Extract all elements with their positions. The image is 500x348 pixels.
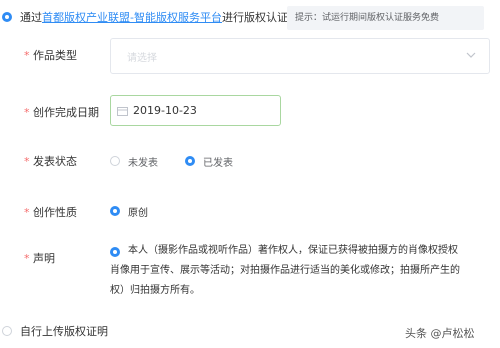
work-type-select[interactable]: 请选择 bbox=[110, 38, 490, 74]
work-type-label-text: 作品类型 bbox=[33, 49, 77, 62]
unpublished-option-label[interactable]: 未发表 bbox=[128, 154, 158, 169]
work-type-placeholder: 请选择 bbox=[127, 53, 157, 64]
creation-nature-label: * 创作性质 bbox=[24, 204, 77, 220]
creation-nature-label-text: 创作性质 bbox=[33, 206, 77, 219]
radio-self-upload[interactable] bbox=[2, 326, 12, 336]
publish-status-label: * 发表状态 bbox=[24, 153, 77, 169]
original-option-label[interactable]: 原创 bbox=[128, 204, 148, 219]
declaration-text: 本人（摄影作品或视听作品）著作权人，保证已获得被拍摄方的肖像权授权 肖像用于宣传… bbox=[110, 241, 500, 301]
radio-original[interactable] bbox=[110, 206, 120, 216]
free-service-hint: 提示：试运行期间版权认证服务免费 bbox=[287, 6, 484, 30]
platform-auth-option: 通过首都版权产业联盟-智能版权服务平台进行版权认证 bbox=[20, 9, 288, 25]
declaration-line: 肖像用于宣传、展示等活动；对拍摄作品进行适当的美化或修改；拍摄所产生的 bbox=[110, 265, 460, 276]
creation-date-label: * 创作完成日期 bbox=[24, 104, 99, 120]
required-mark: * bbox=[24, 252, 30, 265]
required-mark: * bbox=[24, 206, 30, 219]
radio-published[interactable] bbox=[185, 156, 195, 166]
platform-link[interactable]: 首都版权产业联盟-智能版权服务平台 bbox=[42, 11, 222, 24]
declaration-label: * 声明 bbox=[24, 250, 55, 266]
published-option-label[interactable]: 已发表 bbox=[203, 154, 233, 169]
chevron-down-icon bbox=[466, 52, 476, 58]
radio-platform-auth[interactable] bbox=[2, 12, 12, 22]
self-upload-option-label[interactable]: 自行上传版权证明 bbox=[20, 323, 108, 339]
publish-status-label-text: 发表状态 bbox=[33, 155, 77, 168]
declaration-label-text: 声明 bbox=[33, 252, 55, 265]
radio-unpublished[interactable] bbox=[110, 156, 120, 166]
required-mark: * bbox=[24, 49, 30, 62]
calendar-icon bbox=[117, 107, 128, 116]
creation-date-input[interactable]: 2019-10-23 bbox=[110, 95, 281, 126]
work-type-label: * 作品类型 bbox=[24, 47, 77, 63]
required-mark: * bbox=[24, 155, 30, 168]
creation-date-value: 2019-10-23 bbox=[133, 104, 197, 117]
declaration-line: 权）归拍摄方所有。 bbox=[110, 285, 200, 296]
creation-date-label-text: 创作完成日期 bbox=[33, 106, 99, 119]
platform-auth-prefix: 通过 bbox=[20, 11, 42, 24]
watermark: 头条 @卢松松 bbox=[405, 327, 475, 340]
platform-auth-suffix: 进行版权认证 bbox=[221, 11, 288, 24]
required-mark: * bbox=[24, 106, 30, 119]
declaration-line: 本人（摄影作品或视听作品）著作权人，保证已获得被拍摄方的肖像权授权 bbox=[128, 245, 458, 256]
